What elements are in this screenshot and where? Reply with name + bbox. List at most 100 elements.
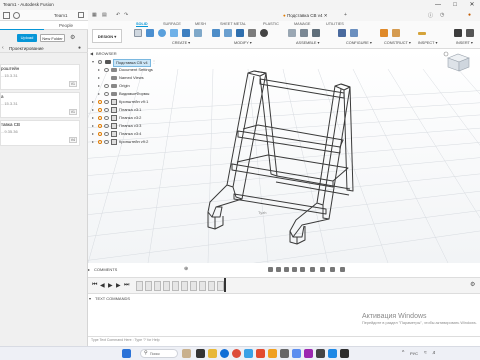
last-step-icon[interactable]: ⏭ <box>124 282 129 289</box>
eye-icon[interactable] <box>104 92 109 96</box>
tab-solid[interactable]: SOLID <box>136 21 148 27</box>
tree-node[interactable]: ▸ Named Views <box>92 74 182 82</box>
team-name[interactable]: Team1 <box>54 13 68 18</box>
version-badge[interactable]: V1 <box>68 81 77 87</box>
plane-angle-icon[interactable] <box>392 29 400 37</box>
orbit-icon[interactable] <box>268 267 273 272</box>
group-configure[interactable]: CONFIGURE ▾ <box>346 40 372 45</box>
eye-icon[interactable] <box>104 68 109 72</box>
version-badge[interactable]: V4 <box>68 137 77 143</box>
extrude-icon[interactable] <box>146 29 154 37</box>
timeline-feature[interactable] <box>190 281 197 291</box>
tab-people[interactable]: People <box>44 21 88 30</box>
tree-node[interactable]: ▸ Планка v3:4 <box>92 130 182 138</box>
close-tab-icon[interactable]: ✕ <box>324 13 328 18</box>
document-tab[interactable]: ● Подставка CB v4 ✕ <box>283 11 328 20</box>
browser-header[interactable]: ◀ BROWSER <box>90 50 190 57</box>
display-settings-icon[interactable] <box>310 267 315 272</box>
timeline-feature[interactable] <box>154 281 161 291</box>
wifi-icon[interactable]: ≈ <box>424 350 427 356</box>
grid-icon[interactable] <box>3 12 10 19</box>
grid-settings-icon[interactable] <box>320 267 325 272</box>
joint-icon[interactable] <box>300 29 308 37</box>
viewcube[interactable] <box>443 50 473 72</box>
volume-icon[interactable]: ♬ <box>432 350 437 356</box>
tab-plastic[interactable]: PLASTIC <box>263 21 279 27</box>
taskbar-search[interactable]: ⚲ Поиск <box>140 349 178 358</box>
timeline-feature[interactable] <box>217 281 224 291</box>
environment-icon[interactable] <box>340 267 345 272</box>
tree-node[interactable]: ▸ Планка v3:3 <box>92 122 182 130</box>
app-icon[interactable] <box>244 349 253 358</box>
tree-node[interactable]: ▸ Кронштейн v9:1 <box>92 98 182 106</box>
file-card[interactable]: а ...15.3.31 V1 <box>0 92 80 118</box>
insert-image-icon[interactable] <box>454 29 462 37</box>
tab-surface[interactable]: SURFACE <box>163 21 181 27</box>
tab-manage[interactable]: MANAGE <box>294 21 310 27</box>
eye-icon[interactable] <box>104 84 109 88</box>
app-icon[interactable] <box>328 349 337 358</box>
expand-icon[interactable]: ▸ <box>88 267 90 272</box>
timeline-marker[interactable] <box>224 278 226 292</box>
save-icon[interactable]: ▤ <box>102 12 107 18</box>
app-icon[interactable] <box>340 349 349 358</box>
settings-icon[interactable]: ⚙ <box>70 34 78 42</box>
notifications-icon[interactable]: ◷ <box>440 12 444 18</box>
timeline-feature[interactable] <box>136 281 143 291</box>
tree-node[interactable]: ▸ Планка v3:2 <box>92 114 182 122</box>
collapse-icon[interactable]: ◀ <box>90 51 93 56</box>
expand-arrow-icon[interactable]: ▸ <box>92 138 94 146</box>
revolve-icon[interactable] <box>158 29 166 37</box>
text-command-input[interactable]: Type Text Command Here : Type '?' for He… <box>88 336 480 344</box>
pattern-icon[interactable] <box>182 29 190 37</box>
new-tab-icon[interactable]: + <box>344 12 347 18</box>
radio-icon[interactable] <box>98 140 102 144</box>
measure-icon[interactable] <box>418 32 426 35</box>
comments-bar[interactable]: ▸ COMMENTS ⊕ <box>88 266 193 273</box>
expand-arrow-icon[interactable]: ▸ <box>98 66 100 74</box>
eye-icon[interactable] <box>104 116 109 120</box>
tree-node-root[interactable]: ▾ Подставка CB v4 ⋮ <box>92 58 182 67</box>
app-icon[interactable] <box>304 349 313 358</box>
zoom-icon[interactable] <box>292 267 297 272</box>
eye-icon[interactable] <box>104 100 109 104</box>
viewports-icon[interactable] <box>330 267 335 272</box>
configure-icon[interactable] <box>350 29 358 37</box>
tree-node[interactable]: ▸ ВидимыеФормы <box>92 90 182 98</box>
text-commands-header[interactable]: ▾ TEXT COMMANDS <box>88 295 480 302</box>
breadcrumb-path[interactable]: Проектирование <box>9 46 44 51</box>
group-construct[interactable]: CONSTRUCT ▾ <box>384 40 411 45</box>
radio-icon[interactable] <box>98 132 102 136</box>
offset-plane-icon[interactable] <box>380 29 388 37</box>
file-card[interactable]: тавка CB ...9.35.36 V4 <box>0 120 80 146</box>
group-insert[interactable]: INSERT ▾ <box>456 40 473 45</box>
shell-icon[interactable] <box>236 29 244 37</box>
redo-icon[interactable]: ↷ <box>124 12 128 18</box>
add-comment-icon[interactable]: ⊕ <box>184 266 188 272</box>
app-icon[interactable] <box>316 349 325 358</box>
zoom-window-icon[interactable] <box>300 267 305 272</box>
minimize-button[interactable]: — <box>430 0 446 10</box>
back-arrow-icon[interactable]: ‹ <box>2 45 4 51</box>
radio-icon[interactable] <box>98 108 102 112</box>
expand-arrow-icon[interactable]: ▸ <box>98 90 100 98</box>
tree-node[interactable]: ▸ Origin <box>92 82 182 90</box>
fillet-icon[interactable] <box>224 29 232 37</box>
expand-arrow-icon[interactable]: ▸ <box>92 122 94 130</box>
expand-arrow-icon[interactable]: ▸ <box>92 106 94 114</box>
tree-node[interactable]: ▸ Кронштейн v9:2 <box>92 138 182 146</box>
eye-icon[interactable] <box>104 108 109 112</box>
timeline-feature[interactable] <box>163 281 170 291</box>
refresh-icon[interactable] <box>13 12 20 19</box>
radio-icon[interactable] <box>98 116 102 120</box>
as-built-joint-icon[interactable] <box>312 29 320 37</box>
tab-data[interactable] <box>0 21 44 30</box>
grid-menu-icon[interactable]: ▦ <box>92 12 97 18</box>
combine-icon[interactable] <box>248 29 256 37</box>
expand-arrow-icon[interactable]: ▸ <box>92 130 94 138</box>
expand-arrow-icon[interactable]: ▸ <box>92 98 94 106</box>
press-pull-icon[interactable] <box>212 29 220 37</box>
pan-icon[interactable] <box>284 267 289 272</box>
timeline-settings-icon[interactable]: ⚙ <box>470 281 475 288</box>
new-component-icon[interactable] <box>288 29 296 37</box>
